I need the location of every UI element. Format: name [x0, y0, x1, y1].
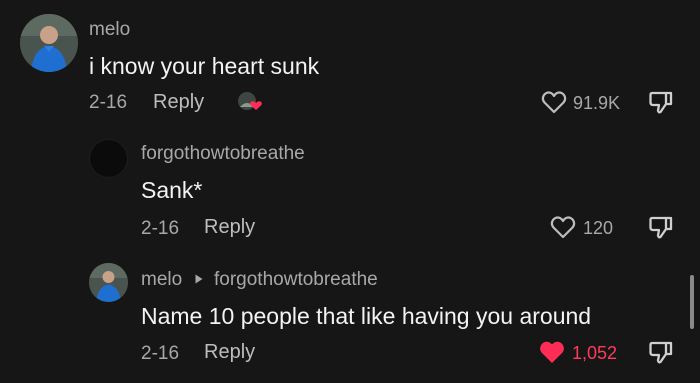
heart-outline-icon[interactable] — [550, 215, 576, 239]
reply-text: Name 10 people that like having you arou… — [141, 303, 592, 329]
dislike-icon[interactable] — [647, 214, 675, 242]
dislike-icon[interactable] — [647, 339, 675, 367]
like-count: 91.9K — [573, 93, 621, 113]
reply-username[interactable]: forgothowtobreathe — [141, 143, 305, 165]
reply-button[interactable]: Reply — [153, 91, 204, 114]
reply-date: 2-16 — [141, 218, 180, 239]
comment-date: 2-16 — [89, 92, 128, 113]
reply-text: Sank* — [141, 177, 203, 203]
like-count: 120 — [583, 218, 614, 238]
caret-right-icon — [194, 273, 204, 285]
creator-liked-icon — [236, 91, 266, 113]
comments-panel: melo i know your heart sunk 2-16 Reply 9… — [0, 0, 700, 383]
dislike-icon[interactable] — [647, 89, 675, 117]
heart-outline-icon[interactable] — [541, 90, 567, 114]
avatar[interactable] — [89, 263, 128, 302]
comment-text: i know your heart sunk — [89, 53, 320, 79]
reply-username[interactable]: melo — [141, 269, 182, 291]
avatar[interactable] — [20, 14, 78, 72]
like-count: 1,052 — [572, 343, 618, 363]
scrollbar[interactable] — [690, 275, 694, 329]
reply-button[interactable]: Reply — [204, 341, 255, 364]
reply-date: 2-16 — [141, 343, 180, 364]
avatar[interactable] — [89, 139, 128, 178]
heart-filled-icon[interactable] — [539, 340, 565, 364]
reply-button[interactable]: Reply — [204, 216, 255, 239]
reply-to-username[interactable]: forgothowtobreathe — [214, 269, 378, 291]
comment-username[interactable]: melo — [89, 19, 130, 41]
